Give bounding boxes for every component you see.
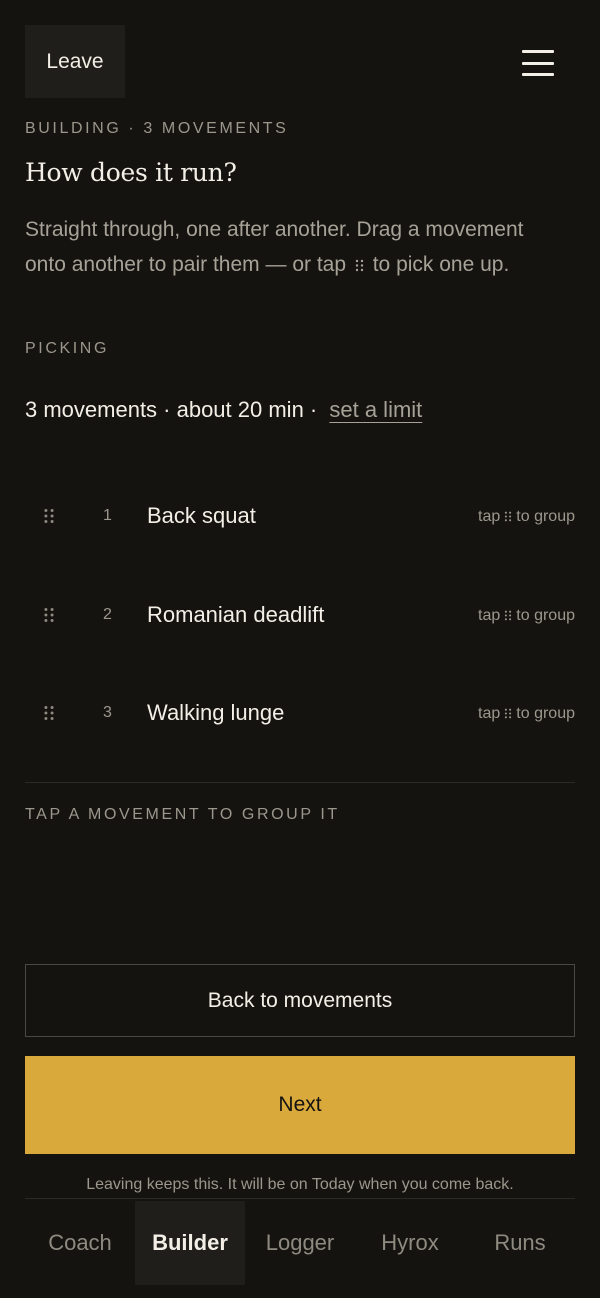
group-hint-prefix: tap (478, 606, 501, 624)
group-hint-prefix: tap (478, 705, 501, 722)
page-title: How does it run? (25, 158, 237, 187)
intro-text: Straight through, one after another. Dra… (25, 212, 545, 282)
drag-handle-icon (355, 259, 364, 272)
next-button[interactable]: Next (25, 1056, 575, 1154)
drag-handle-icon (44, 705, 54, 721)
group-hint-prefix: tap (478, 508, 501, 525)
group-hint-suffix: to group (516, 705, 575, 722)
building-eyebrow: BUILDING · 3 MOVEMENTS (25, 120, 289, 137)
drag-handle-icon (44, 607, 54, 622)
drag-handle-icon (505, 610, 512, 620)
intro-text-part2: to pick one up. (372, 253, 510, 276)
movement-index: 1 (103, 507, 112, 524)
group-hint[interactable]: tap to group (478, 508, 575, 526)
summary-line: 3 movements · about 20 min · set a limit (25, 397, 422, 423)
drag-handle-icon (505, 708, 512, 719)
movement-row[interactable]: 1 Back squat tap to group (25, 468, 575, 567)
group-hint[interactable]: tap to group (478, 705, 575, 723)
movement-index: 3 (103, 704, 112, 721)
group-hint[interactable]: tap to group (478, 607, 575, 625)
set-limit-link[interactable]: set a limit (329, 397, 422, 422)
back-to-movements-button[interactable]: Back to movements (25, 964, 575, 1037)
tab-runs[interactable]: Runs (465, 1201, 575, 1285)
picking-label: PICKING (25, 340, 109, 357)
tab-coach[interactable]: Coach (25, 1201, 135, 1285)
leave-button[interactable]: Leave (25, 25, 125, 98)
summary-text: 3 movements · about 20 min · (25, 397, 318, 422)
movement-name: Romanian deadlift (147, 601, 325, 627)
tab-logger[interactable]: Logger (245, 1201, 355, 1285)
group-hint-suffix: to group (516, 508, 575, 525)
movement-name: Walking lunge (147, 700, 285, 725)
drag-handle[interactable] (43, 705, 55, 721)
drag-handle[interactable] (43, 607, 55, 623)
movement-name: Back squat (147, 503, 256, 528)
drag-handle-icon (44, 508, 54, 524)
drag-handle-icon (505, 511, 512, 522)
movement-row[interactable]: 2 Romanian deadlift tap to group (25, 567, 575, 666)
divider (25, 782, 575, 783)
group-caption: TAP A MOVEMENT TO GROUP IT (25, 806, 340, 823)
bottom-tab-bar: Coach Builder Logger Hyrox Runs (25, 1201, 575, 1285)
movement-list: 1 Back squat tap to group 2 Romanian deadlift… (25, 468, 575, 764)
footnote: Leaving keeps this. It will be on Today … (86, 1176, 514, 1193)
movement-index: 2 (103, 605, 112, 623)
hamburger-menu-icon[interactable] (522, 50, 554, 76)
tabbar-divider (25, 1198, 575, 1199)
tab-builder[interactable]: Builder (135, 1201, 245, 1285)
drag-handle[interactable] (43, 508, 55, 524)
group-hint-suffix: to group (516, 606, 575, 624)
tab-hyrox[interactable]: Hyrox (355, 1201, 465, 1285)
movement-row[interactable]: 3 Walking lunge tap to group (25, 665, 575, 764)
